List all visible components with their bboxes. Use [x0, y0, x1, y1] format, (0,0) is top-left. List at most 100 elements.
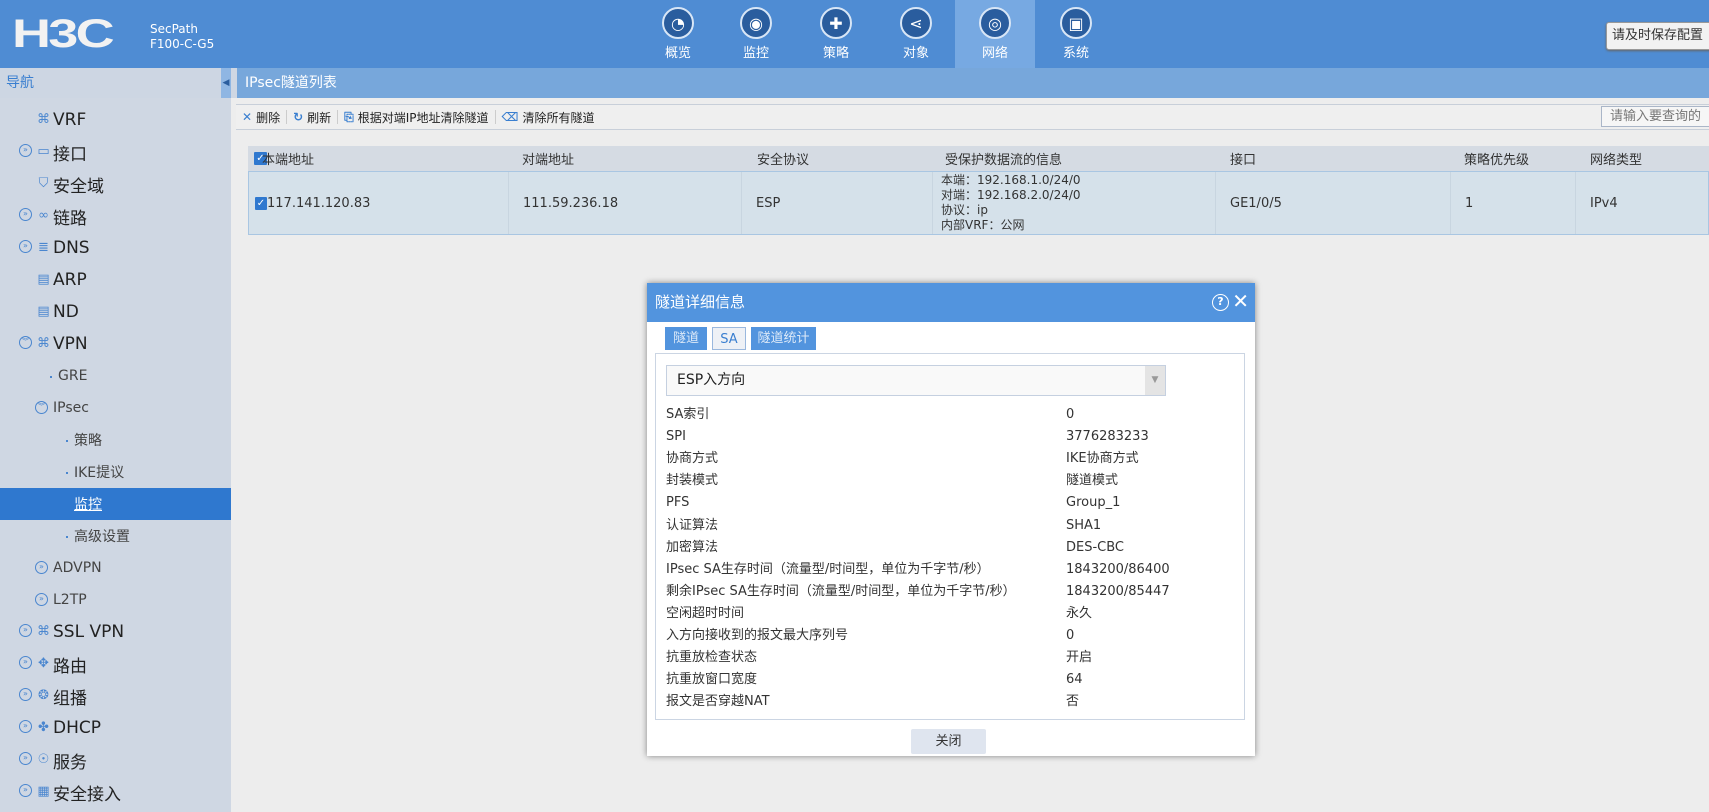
sidebar-item[interactable]: » ≣ DNS [0, 232, 231, 264]
sa-field-value: 永久 [1066, 605, 1093, 621]
sidebar-item-label: 安全接入 [53, 784, 121, 805]
col-priority[interactable]: 策略优先级 [1456, 146, 1529, 171]
expand-icon[interactable]: » [19, 720, 32, 733]
flow-local: 本端：192.168.1.0/24/0 [941, 173, 1081, 187]
col-interface[interactable]: 接口 [1222, 146, 1256, 171]
col-peer[interactable]: 对端地址 [514, 146, 574, 171]
sa-field-label: 认证算法 [666, 517, 719, 533]
sidebar-item[interactable]: » ADVPN [0, 552, 231, 584]
save-config-button[interactable]: 请及时保存配置 [1606, 22, 1709, 50]
sidebar-item[interactable]: » L2TP [0, 584, 231, 616]
sidebar-item[interactable]: 监控 [0, 488, 231, 520]
sa-field-value: 1843200/86400 [1066, 561, 1170, 577]
tunnel-detail-dialog: 隧道详细信息 ? ✕ 隧道 SA 隧道统计 ESP入方向 ▼ SA索引 0 SPI 3… [647, 283, 1255, 756]
expand-icon[interactable]: » [19, 240, 32, 253]
close-x-icon: ✕ [242, 110, 253, 124]
sidebar-item-label: SSL VPN [53, 622, 125, 642]
refresh-icon: ↻ [293, 110, 304, 124]
close-button[interactable]: 关闭 [911, 729, 986, 754]
sidebar-item[interactable]: » ✥ 路由 [0, 648, 231, 680]
sidebar-item[interactable]: ⌘ VRF [0, 104, 231, 136]
delete-button[interactable]: ✕ 删除 [236, 110, 288, 125]
sidebar-item[interactable]: 高级设置 [0, 520, 231, 552]
sidebar-item[interactable]: » ✤ DHCP [0, 712, 231, 744]
col-net-type[interactable]: 网络类型 [1582, 146, 1642, 171]
nav-tab-4[interactable]: ◎ 网络 [955, 0, 1035, 68]
clear-by-peer-button[interactable]: ⎘ 根据对端IP地址清除隧道 [338, 110, 496, 125]
sidebar-item-label: ND [53, 302, 79, 322]
search-input[interactable]: 请输入要查询的 [1601, 106, 1709, 127]
sa-field-row: 抗重放窗口宽度 64 [666, 669, 1226, 691]
cell-net-type: IPv4 [1590, 195, 1618, 211]
nav-tab-0[interactable]: ◔ 概览 [638, 0, 718, 68]
collapse-icon[interactable]: ︾ [35, 401, 48, 414]
sidebar-item[interactable]: 策略 [0, 424, 231, 456]
sa-field-label: 协商方式 [666, 451, 719, 467]
sidebar-item-label: 安全域 [53, 176, 104, 197]
expand-icon[interactable]: » [19, 688, 32, 701]
expand-icon[interactable]: » [19, 784, 32, 797]
col-local[interactable]: 本端地址 [254, 146, 314, 171]
tab-tunnel[interactable]: 隧道 [665, 327, 707, 350]
sidebar-item[interactable]: ⛉ 安全域 [0, 168, 231, 200]
sa-field-label: 加密算法 [666, 539, 719, 555]
clear-all-button[interactable]: ⌫ 清除所有隧道 [496, 110, 601, 125]
cell-peer: 111.59.236.18 [509, 172, 742, 234]
cell-local: 117.141.120.83 [267, 172, 509, 234]
sa-field-value: IKE协商方式 [1066, 451, 1139, 467]
help-icon[interactable]: ? [1212, 294, 1229, 311]
table-row[interactable]: ✓ 117.141.120.83 111.59.236.18 ESP 本端：19… [248, 171, 1709, 235]
chevron-down-icon[interactable]: ▼ [1145, 366, 1165, 395]
expand-icon[interactable]: » [19, 144, 32, 157]
sidebar-item[interactable]: GRE [0, 360, 231, 392]
sidebar-item-label: 监控 [74, 497, 102, 513]
sidebar-item[interactable]: » ☉ 服务 [0, 744, 231, 776]
tab-sa[interactable]: SA [712, 327, 746, 350]
security-access-doc-icon: ▦ [37, 784, 50, 799]
sidebar-item[interactable]: » ▦ 安全接入 [0, 776, 231, 808]
row-checkbox[interactable]: ✓ [247, 172, 267, 234]
sidebar-item[interactable]: ▤ ARP [0, 264, 231, 296]
expand-icon[interactable]: » [19, 624, 32, 637]
sa-field-row: SA索引 0 [666, 404, 1226, 426]
direction-select[interactable]: ESP入方向 ▼ [666, 365, 1166, 396]
col-flow[interactable]: 受保护数据流的信息 [937, 146, 1062, 171]
sidebar-item-label: DHCP [53, 718, 101, 738]
tab-tunnel-stats[interactable]: 隧道统计 [751, 327, 816, 350]
sidebar-item[interactable]: » ∞ 链路 [0, 200, 231, 232]
nav-tab-2[interactable]: ✚ 策略 [796, 0, 876, 68]
sa-detail-panel: ESP入方向 ▼ SA索引 0 SPI 3776283233 协商方式 IKE协商方式 封装… [655, 353, 1245, 720]
sa-field-label: 空闲超时时间 [666, 605, 745, 621]
nav-tab-5[interactable]: ▣ 系统 [1036, 0, 1116, 68]
dialog-title: 隧道详细信息 [647, 283, 1255, 322]
refresh-button[interactable]: ↻ 刷新 [287, 110, 339, 125]
sidebar-item[interactable]: ︾ IPsec [0, 392, 231, 424]
multicast-icon: ❂ [38, 688, 49, 703]
collapse-icon[interactable]: ︾ [19, 336, 32, 349]
collapse-sidebar-icon[interactable]: ◀ [221, 68, 231, 98]
expand-icon[interactable]: » [19, 752, 32, 765]
expand-icon[interactable]: » [19, 208, 32, 221]
expand-icon[interactable]: » [19, 656, 32, 669]
nav-tab-1[interactable]: ◉ 监控 [716, 0, 796, 68]
sidebar-item[interactable]: IKE提议 [0, 456, 231, 488]
expand-icon[interactable]: » [35, 593, 48, 606]
sa-field-value: 64 [1066, 672, 1083, 688]
nav-tab-3[interactable]: ⋖ 对象 [876, 0, 956, 68]
sidebar-item[interactable]: ▤ ND [0, 296, 231, 328]
sidebar-item[interactable]: » ▭ 接口 [0, 136, 231, 168]
sa-field-value: SHA1 [1066, 517, 1102, 533]
share-nodes-icon: ⋖ [900, 7, 932, 39]
sidebar-item-label: 接口 [53, 144, 87, 165]
sidebar-item[interactable]: ︾ ⌘ VPN [0, 328, 231, 360]
close-icon[interactable]: ✕ [1232, 291, 1249, 311]
cell-interface: GE1/0/5 [1216, 172, 1451, 234]
sidebar-item-label: 组播 [53, 688, 87, 709]
clear-all-label: 清除所有隧道 [522, 110, 595, 125]
sidebar-item[interactable]: » ❂ 组播 [0, 680, 231, 712]
sidebar-item[interactable]: » ⌘ SSL VPN [0, 616, 231, 648]
cell-priority: 1 [1451, 172, 1576, 234]
expand-icon[interactable]: » [35, 561, 48, 574]
col-protocol[interactable]: 安全协议 [749, 146, 809, 171]
sa-field-label: 报文是否穿越NAT [666, 694, 770, 710]
